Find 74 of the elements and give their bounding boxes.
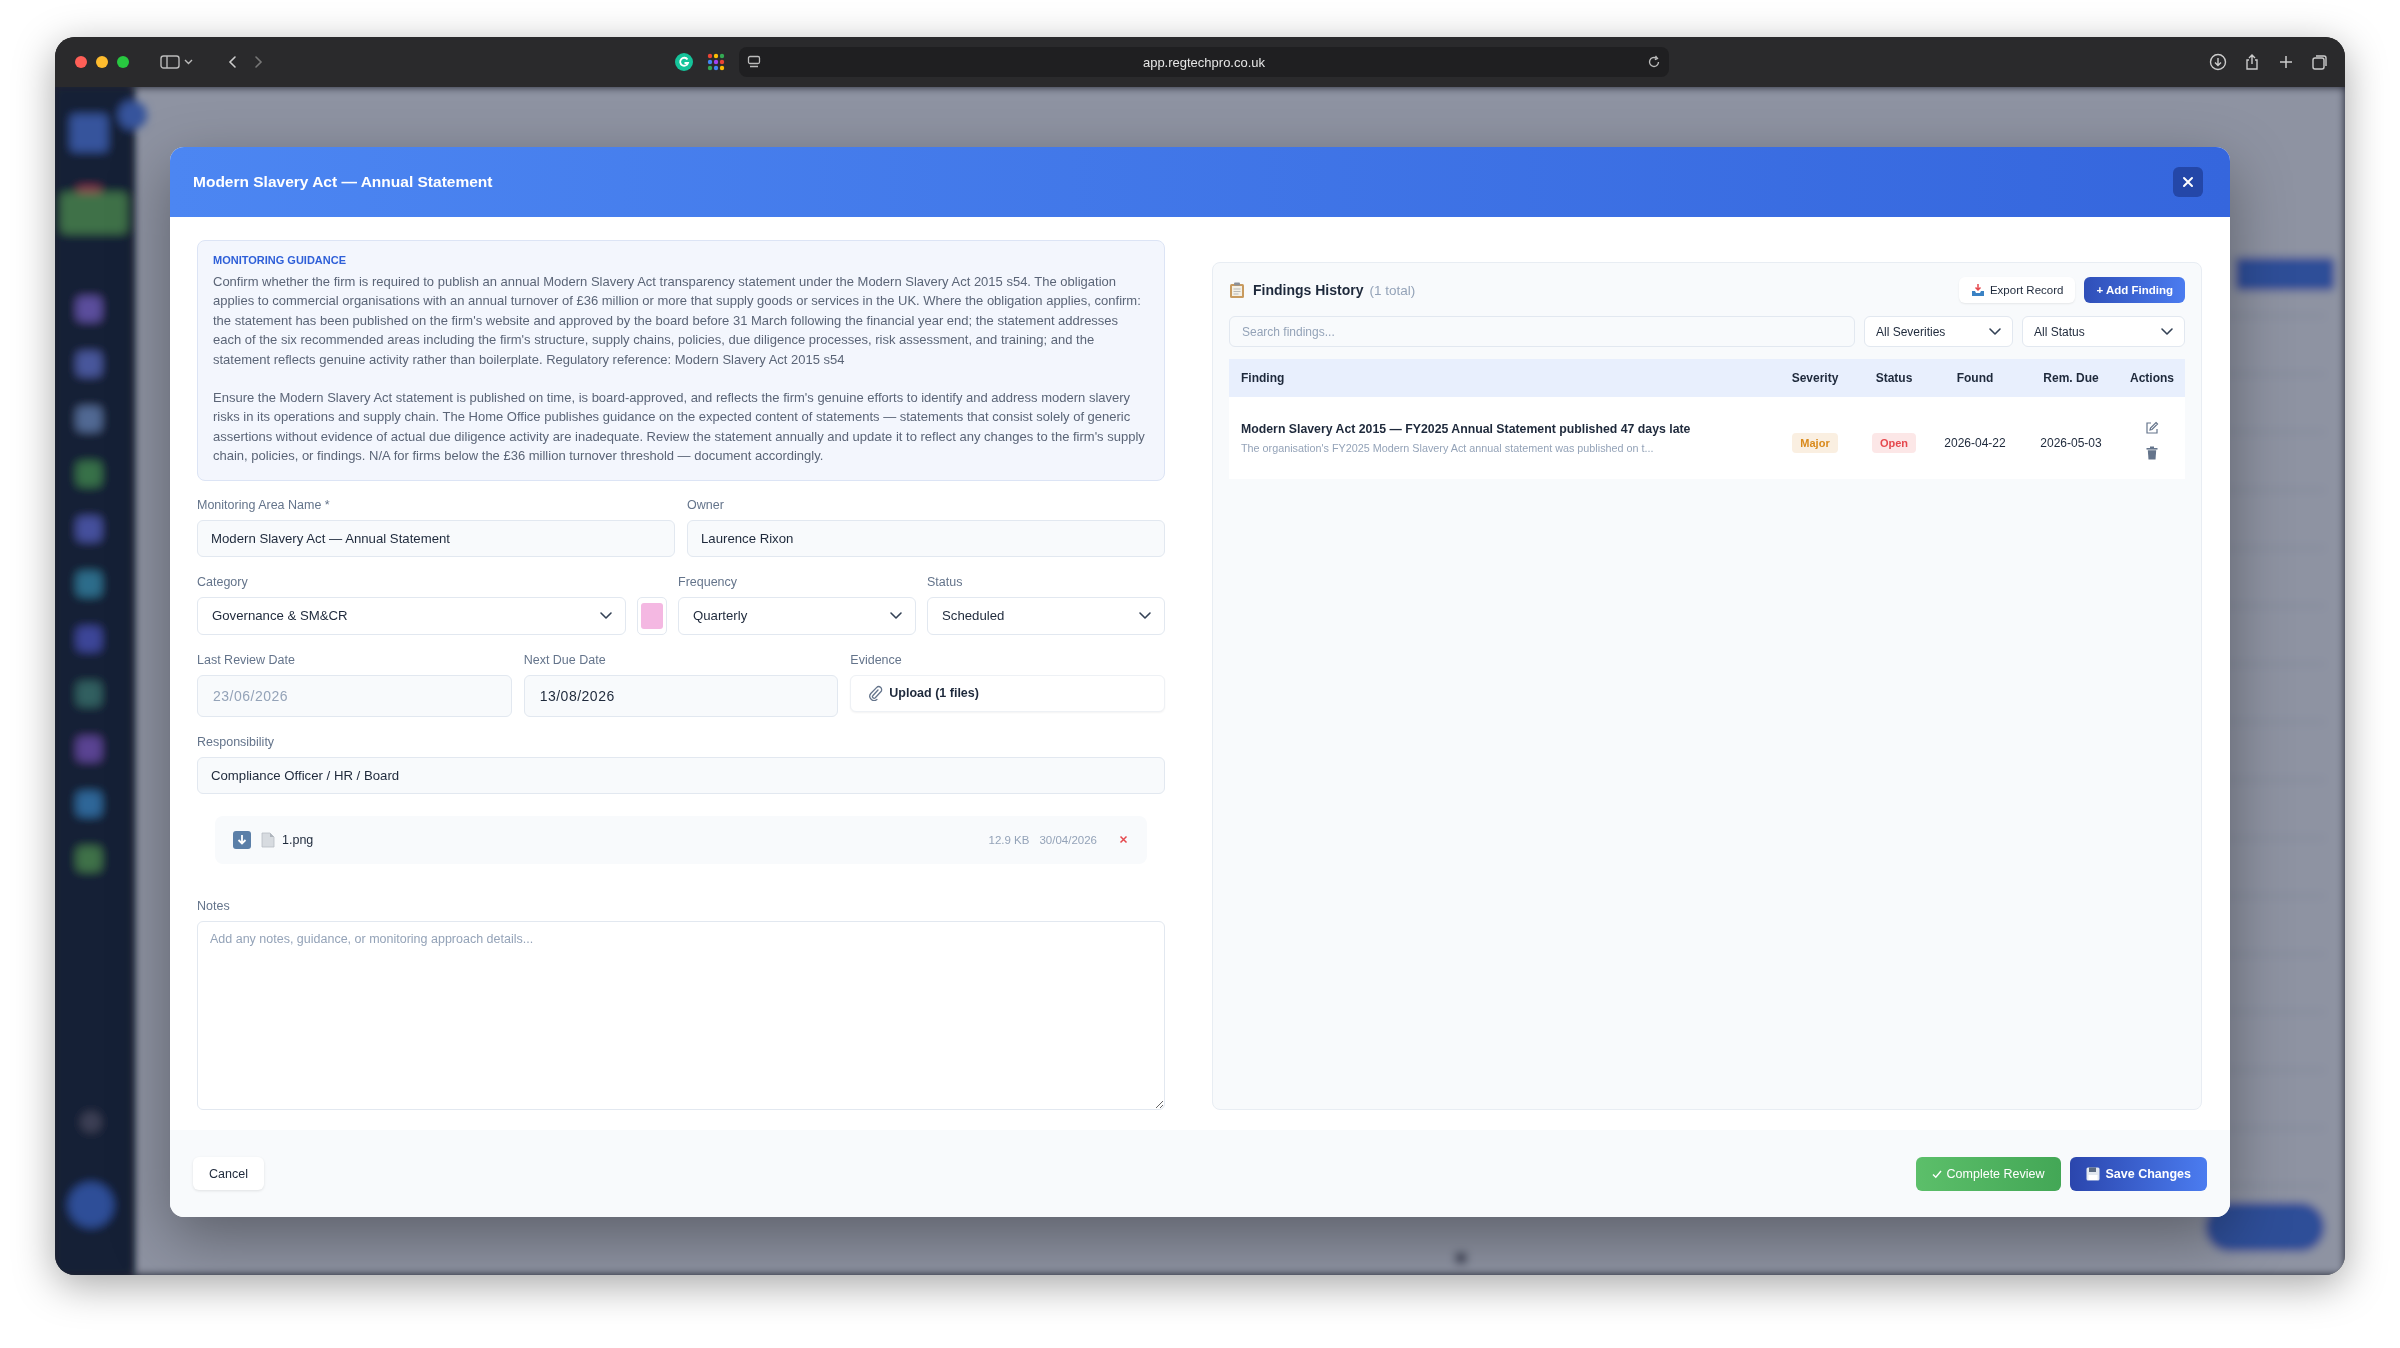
field-label: Status xyxy=(927,574,964,590)
close-icon xyxy=(2182,176,2194,188)
save-changes-button[interactable]: Save Changes xyxy=(2069,1156,2207,1191)
tab-overview-icon[interactable] xyxy=(2311,53,2329,71)
finding-count: (1 total) xyxy=(1369,282,1416,298)
field-label: Category xyxy=(197,574,249,590)
minimize-window-icon[interactable] xyxy=(96,56,108,68)
text-field[interactable]: Laurence Rixon xyxy=(687,519,1165,557)
column-header: Severity xyxy=(1790,371,1840,385)
add-finding-button[interactable]: + Add Finding xyxy=(2084,277,2185,303)
file-size: 12.9 KB xyxy=(988,833,1030,846)
field-label: Last Review Date xyxy=(197,652,296,668)
column-header: Status xyxy=(1874,371,1914,385)
field-label: Monitoring Area Name * xyxy=(197,497,331,513)
column-header: Finding xyxy=(1240,371,1286,385)
inbox-tray-icon xyxy=(1970,283,1985,297)
dialog-title: Modern Slavery Act — Annual Statement xyxy=(193,173,493,191)
field-label: Notes xyxy=(197,898,231,914)
filter-dropdown[interactable]: All Severities xyxy=(1864,316,2013,347)
filter-dropdown[interactable]: All Status xyxy=(2022,316,2185,347)
export-button[interactable]: Export Record xyxy=(1958,277,2076,303)
url-text: app.regtechpro.co.uk xyxy=(1142,54,1266,70)
file-date: 30/04/2026 xyxy=(1039,833,1097,846)
reload-icon[interactable] xyxy=(1647,55,1661,69)
panel-title: Findings History xyxy=(1253,282,1364,298)
field-label: Owner xyxy=(687,497,725,513)
text-field[interactable]: Modern Slavery Act — Annual Statement xyxy=(197,519,675,557)
new-tab-icon[interactable] xyxy=(2277,53,2295,71)
close-window-icon[interactable] xyxy=(75,56,87,68)
download-icon[interactable] xyxy=(233,830,251,849)
date-text: 2026-04-22 xyxy=(1944,436,2006,450)
severity-badge: Major xyxy=(1792,433,1838,453)
dropdown[interactable]: Scheduled xyxy=(927,596,1165,635)
dropdown[interactable]: Quarterly xyxy=(678,596,916,635)
paperclip-icon xyxy=(867,685,884,702)
address-bar[interactable]: app.regtechpro.co.uk xyxy=(739,47,1669,77)
field-label: Frequency xyxy=(678,574,739,590)
finding-title: Modern Slavery Act 2015 — FY2025 Annual Statement published 47 days late xyxy=(1241,422,1692,436)
guidance-paragraph: Confirm whether the firm is required to publish an annual Modern Slavery Act transparency statement under the Modern Slavery Act 2015 s54. The obligation applies to commercial organisations with an annual turnover of £36 million or more that supply goods or services in the UK. Where the obligation applies, confirm: the statement has been published on the firm's website and approved by the board before 31 March following the financial year end; the statement addresses each of the six recommended areas including the firm's structure, supply chains, policies, due diligence processes, risk assessment, and training; and the statement reflects genuine activity rather than boilerplate. Regulatory reference: Modern Slavery Act 2015 s54 xyxy=(213,273,1142,369)
guidance-paragraph: Ensure the Modern Slavery Act statement is published on time, is board-approved, and reflects the firm's genuine efforts to identify and address modern slavery risks in its operations and supply chain. The Home Office publishes guidance on the expected content of statements — statements that consist solely of generic assertions without evidence of actual due diligence activity are inadequate. Review the statement annually and update it to reflect any changes to the firm's supply chain, policies, or findings. N/A for firms below the £36 million turnover threshold — document accordingly. xyxy=(213,389,1146,466)
upload-button[interactable]: Upload (1 files) xyxy=(850,674,1165,712)
share-icon[interactable] xyxy=(2243,53,2261,71)
page-menu-icon[interactable] xyxy=(747,55,761,69)
trash-icon[interactable] xyxy=(2146,445,2158,460)
sidebar-toggle-icon[interactable] xyxy=(160,54,194,70)
finding-summary: The organisation's FY2025 Modern Slavery Act annual statement was published on t... xyxy=(1241,442,1655,454)
download-icon[interactable] xyxy=(2209,53,2227,71)
status-badge: Open xyxy=(1871,433,1917,453)
grammar-extension-icon[interactable] xyxy=(675,53,693,71)
close-button[interactable] xyxy=(2173,167,2203,197)
field-label: Evidence xyxy=(850,652,903,668)
column-header: Rem. Due xyxy=(2042,371,2100,385)
date-field[interactable]: 13/08/2026 xyxy=(523,674,839,717)
apps-grid-icon[interactable] xyxy=(707,53,725,71)
close-icon xyxy=(1119,835,1128,845)
field-label: Next Due Date xyxy=(523,652,607,668)
date-field: 23/06/2026 xyxy=(197,674,512,717)
date-text: 2026-05-03 xyxy=(2040,436,2102,450)
dropdown[interactable]: Governance & SM&CR xyxy=(197,596,626,635)
check-icon xyxy=(1931,1168,1942,1179)
file-icon xyxy=(261,831,275,848)
file-name: 1.png xyxy=(282,832,314,847)
color-picker[interactable] xyxy=(637,596,667,635)
search-field[interactable]: Search findings... xyxy=(1229,316,1855,347)
field-label: Responsibility xyxy=(197,734,276,750)
clipboard-icon xyxy=(1229,281,1245,299)
edit-icon[interactable] xyxy=(2145,420,2159,435)
column-header: Found xyxy=(1955,371,1995,385)
column-header: Actions xyxy=(2129,371,2175,385)
text-field[interactable]: Compliance Officer / HR / Board xyxy=(197,756,1165,794)
notes-field[interactable]: Add any notes, guidance, or monitoring approach details... xyxy=(197,920,1165,1110)
maximize-window-icon[interactable] xyxy=(117,56,129,68)
cancel-button[interactable]: Cancel xyxy=(193,1157,264,1190)
guidance-heading: MONITORING GUIDANCE xyxy=(213,254,348,266)
